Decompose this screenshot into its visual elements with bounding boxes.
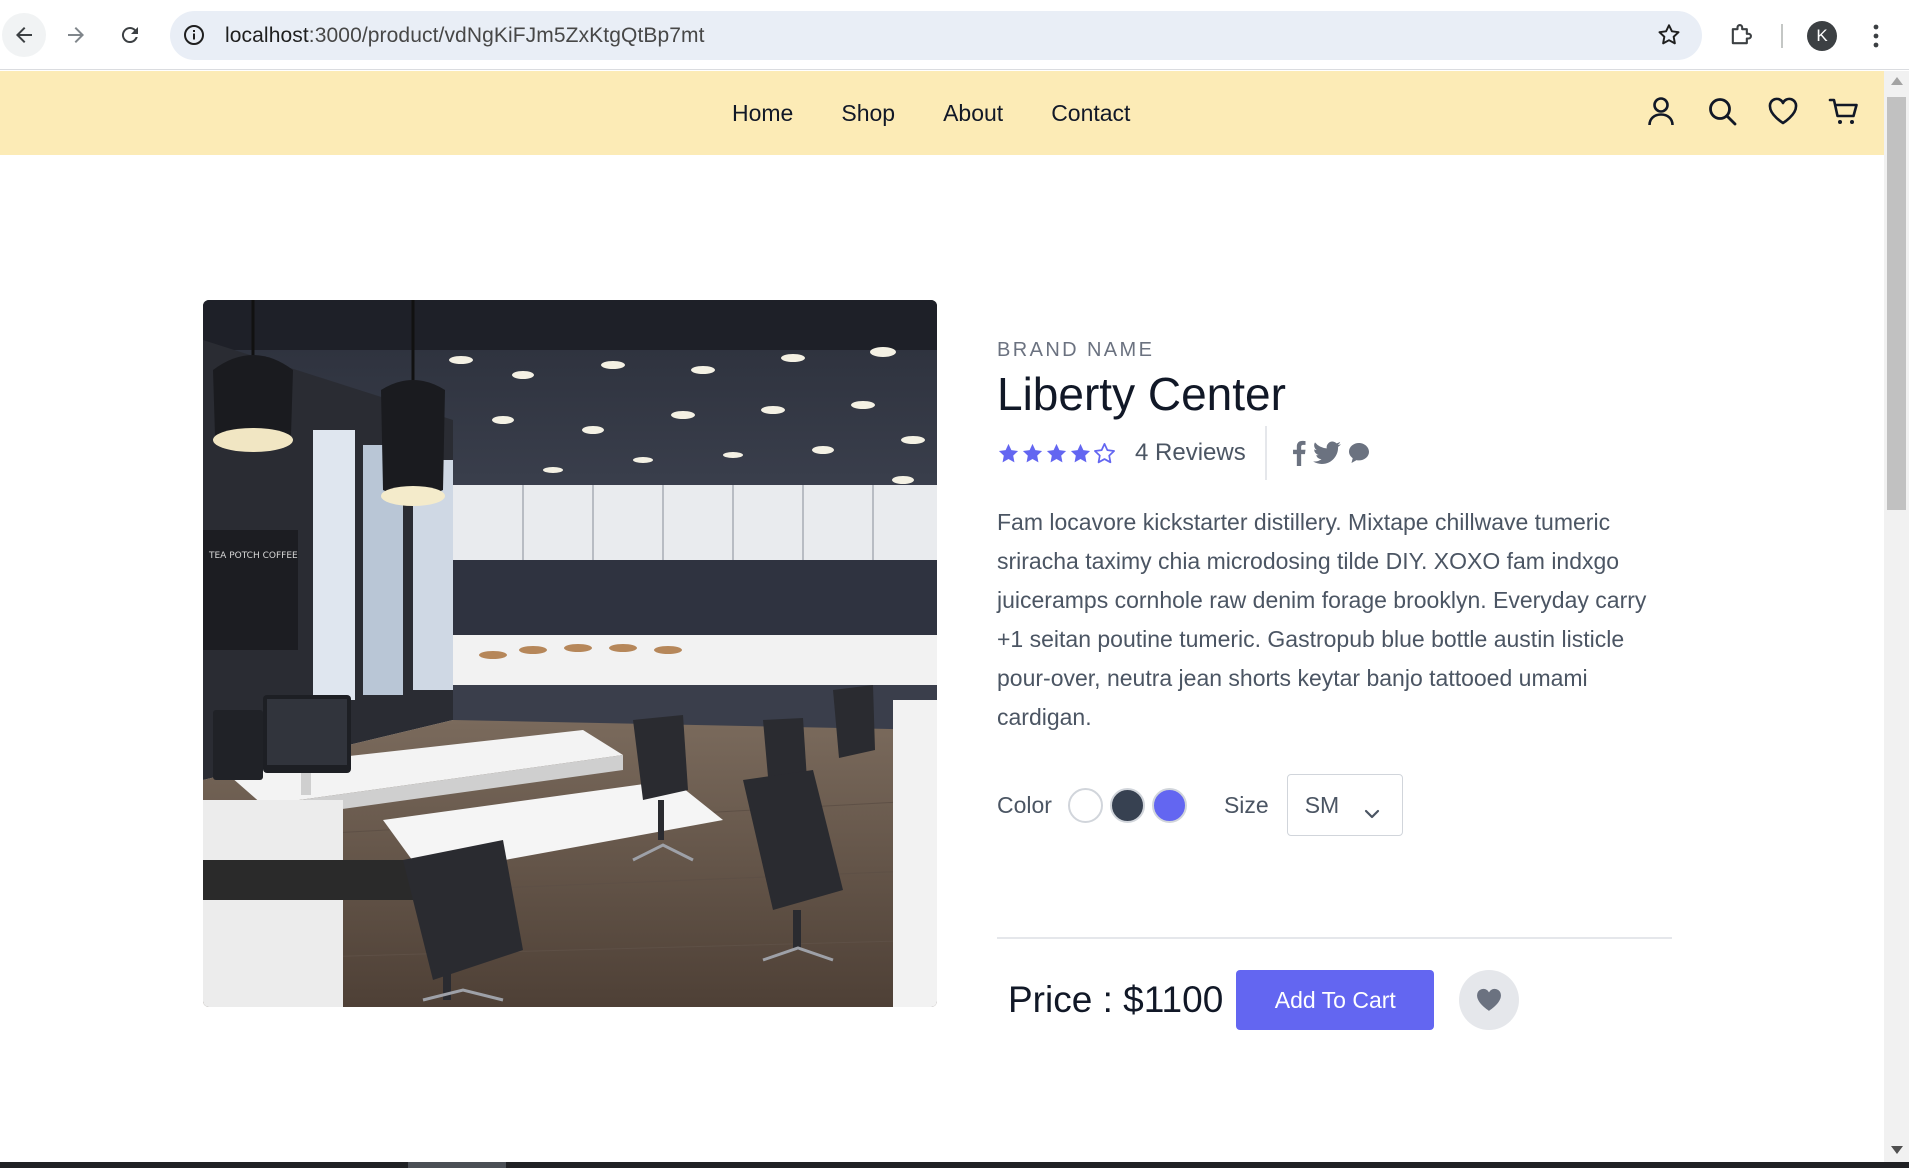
nav-link-contact[interactable]: Contact (1051, 100, 1130, 127)
star-empty-icon (1094, 442, 1115, 463)
product-description: Fam locavore kickstarter distillery. Mix… (997, 509, 1647, 730)
bottom-strip-segment (408, 1162, 506, 1168)
site-header: Home Shop About Contact (0, 71, 1884, 155)
search-icon[interactable] (1706, 95, 1738, 127)
page-scrollbar[interactable] (1884, 71, 1909, 1162)
rating-row: 4 Reviews (997, 426, 1377, 480)
heart-filled-icon (1477, 988, 1502, 1011)
scrollbar-thumb[interactable] (1887, 97, 1906, 510)
star-filled-icon (1022, 443, 1043, 462)
star-rating (997, 442, 1117, 465)
product-image: TEA POTCH COFFEE (203, 300, 937, 1007)
twitter-icon[interactable] (1312, 441, 1341, 465)
svg-text:TEA POTCH COFFEE: TEA POTCH COFFEE (208, 551, 298, 561)
color-label: Color (997, 791, 1052, 818)
page-viewport: Home Shop About Contact TEA POTCH COFFEE… (0, 71, 1884, 1162)
options-row: Color Size SM (997, 774, 1672, 836)
scroll-down-icon[interactable] (1891, 1146, 1903, 1154)
star-filled-icon (1046, 443, 1067, 462)
scroll-up-icon[interactable] (1891, 77, 1903, 85)
extensions-icon[interactable] (1727, 21, 1755, 49)
size-select[interactable]: SM (1286, 774, 1403, 836)
address-bar[interactable]: localhost:3000/product/vdNgKiFJm5ZxKtgQt… (170, 11, 1702, 60)
site-info-icon[interactable] (182, 23, 206, 47)
forward-arrow-icon[interactable] (54, 13, 98, 57)
color-swatch-gray[interactable] (1109, 787, 1145, 823)
menu-kebab-icon[interactable] (1864, 21, 1888, 51)
review-count: 4 Reviews (1135, 439, 1246, 466)
bottom-strip (0, 1162, 1909, 1168)
star-filled-icon (1070, 443, 1091, 462)
heart-icon[interactable] (1767, 95, 1799, 127)
color-swatch-indigo[interactable] (1151, 787, 1187, 823)
user-icon[interactable] (1645, 95, 1677, 127)
rating-divider (1264, 426, 1267, 480)
brand-name: BRAND NAME (997, 339, 1155, 361)
browser-toolbar: localhost:3000/product/vdNgKiFJm5ZxKtgQt… (0, 0, 1909, 70)
product-price: Price : $1100 (1008, 979, 1224, 1020)
chat-icon[interactable] (1347, 441, 1371, 465)
size-selected-value: SM (1304, 791, 1340, 818)
facebook-icon[interactable] (1291, 440, 1307, 466)
nav-link-shop[interactable]: Shop (841, 100, 895, 127)
size-label: Size (1223, 791, 1269, 818)
header-actions (1645, 95, 1860, 127)
add-to-cart-button[interactable]: Add To Cart (1236, 970, 1435, 1030)
reload-icon[interactable] (108, 13, 152, 57)
nav-link-home[interactable]: Home (732, 100, 793, 127)
bookmark-star-icon[interactable] (1656, 22, 1682, 48)
color-swatch-white[interactable] (1067, 787, 1103, 823)
social-links (1291, 440, 1377, 466)
cart-icon[interactable] (1828, 95, 1860, 127)
wishlist-button[interactable] (1459, 970, 1520, 1030)
product-title: Liberty Center (997, 368, 1286, 420)
price-row: Price : $1100 Add To Cart (997, 970, 1520, 1030)
profile-avatar[interactable]: K (1807, 21, 1837, 51)
back-arrow-icon[interactable] (2, 13, 46, 57)
toolbar-divider (1781, 24, 1783, 48)
nav-link-about[interactable]: About (943, 100, 1003, 127)
main-nav: Home Shop About Contact (732, 100, 1178, 127)
url-text: localhost:3000/product/vdNgKiFJm5ZxKtgQt… (225, 24, 705, 47)
chevron-down-icon (1364, 799, 1380, 826)
star-filled-icon (998, 443, 1019, 462)
section-divider (997, 937, 1672, 939)
